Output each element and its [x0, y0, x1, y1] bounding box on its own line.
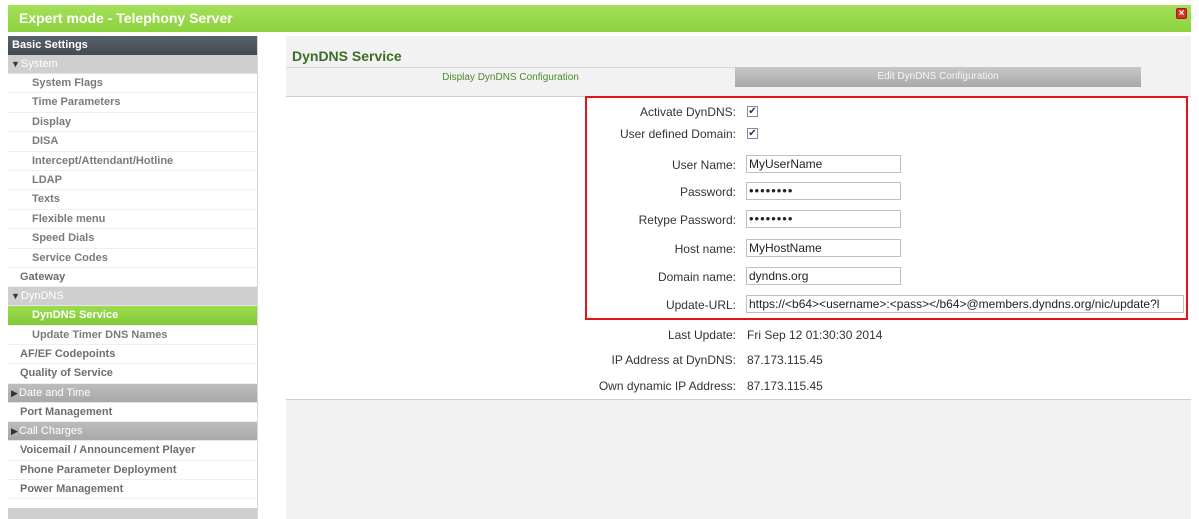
form-row-user-domain: User defined Domain: ✔: [286, 123, 1191, 145]
activate-dyndns-label: Activate DynDNS:: [639, 105, 736, 119]
form-row-user-name: User Name: MyUserName: [286, 154, 1191, 176]
update-url-input[interactable]: https://<b64><username>:<pass></b64>@mem…: [746, 295, 1184, 313]
domain-name-label: Domain name:: [657, 270, 736, 284]
main-content: DynDNS Service Display DynDNS Configurat…: [286, 36, 1191, 519]
host-name-input[interactable]: MyHostName: [746, 239, 901, 257]
close-icon[interactable]: ×: [1176, 8, 1187, 19]
window-title-bar: Expert mode - Telephony Server ×: [8, 5, 1191, 32]
sidebar-group-label: Date and Time: [18, 386, 91, 399]
sidebar-item-update-timer[interactable]: Update Timer DNS Names: [8, 326, 257, 346]
sidebar-item-disa[interactable]: DISA: [8, 132, 257, 152]
sidebar-group-system[interactable]: ▼System: [8, 55, 257, 74]
domain-name-input[interactable]: dyndns.org: [746, 267, 901, 285]
sidebar-group-call-charges[interactable]: ▶Call Charges: [8, 422, 257, 442]
sidebar-item-time-parameters[interactable]: Time Parameters: [8, 93, 257, 113]
sidebar: Basic Settings ▼System System Flags Time…: [8, 36, 258, 519]
sidebar-item-port-management[interactable]: Port Management: [8, 403, 257, 423]
window: Expert mode - Telephony Server × Basic S…: [0, 0, 1199, 519]
sidebar-group-date-time[interactable]: ▶Date and Time: [8, 383, 257, 403]
sidebar-item-texts[interactable]: Texts: [8, 190, 257, 210]
sidebar-item-ldap[interactable]: LDAP: [8, 171, 257, 191]
own-ip-value: 87.173.115.45: [747, 379, 823, 393]
retype-password-input[interactable]: ••••••••: [746, 210, 901, 228]
config-panel: Activate DynDNS: ✔ User defined Domain: …: [286, 96, 1191, 400]
update-url-label: Update-URL:: [665, 298, 736, 312]
sidebar-item-phone-parameter[interactable]: Phone Parameter Deployment: [8, 461, 257, 481]
form-row-update-url: Update-URL: https://<b64><username>:<pas…: [286, 294, 1191, 316]
form-row-own-ip: Own dynamic IP Address: 87.173.115.45: [286, 375, 1191, 397]
last-update-label: Last Update:: [667, 328, 736, 342]
sidebar-item-service-codes[interactable]: Service Codes: [8, 249, 257, 268]
sidebar-group-label: DynDNS: [20, 290, 64, 303]
sidebar-item-dyndns-service[interactable]: DynDNS Service: [8, 306, 257, 326]
form-row-activate: Activate DynDNS: ✔: [286, 101, 1191, 123]
tab-display-config[interactable]: Display DynDNS Configuration: [286, 67, 735, 87]
triangle-right-icon: ▶: [11, 387, 18, 398]
window-title: Expert mode - Telephony Server: [19, 10, 233, 26]
retype-password-label: Retype Password:: [638, 213, 736, 227]
user-name-label: User Name:: [671, 158, 736, 172]
form-row-ip-dyndns: IP Address at DynDNS: 87.173.115.45: [286, 349, 1191, 371]
sidebar-header: Basic Settings: [8, 36, 257, 55]
sidebar-item-voicemail[interactable]: Voicemail / Announcement Player: [8, 441, 257, 461]
ip-dyndns-label: IP Address at DynDNS:: [611, 353, 737, 367]
sidebar-group-label: Call Charges: [18, 425, 83, 438]
user-defined-domain-checkbox[interactable]: ✔: [747, 128, 758, 139]
last-update-value: Fri Sep 12 01:30:30 2014: [747, 328, 883, 342]
user-name-input[interactable]: MyUserName: [746, 155, 901, 173]
ip-dyndns-value: 87.173.115.45: [747, 353, 823, 367]
triangle-down-icon: ▼: [11, 59, 20, 69]
sidebar-group-label: System: [20, 58, 58, 70]
activate-dyndns-checkbox[interactable]: ✔: [747, 106, 758, 117]
user-defined-domain-label: User defined Domain:: [619, 127, 736, 141]
tab-edit-config[interactable]: Edit DynDNS Configuration: [735, 67, 1141, 87]
page-title: DynDNS Service: [292, 48, 402, 64]
triangle-down-icon: ▼: [11, 291, 20, 302]
sidebar-item-quality-of-service[interactable]: Quality of Service: [8, 364, 257, 384]
sidebar-item-intercept[interactable]: Intercept/Attendant/Hotline: [8, 152, 257, 171]
password-input[interactable]: ••••••••: [746, 182, 901, 200]
form-row-host-name: Host name: MyHostName: [286, 238, 1191, 260]
sidebar-item-flexible-menu[interactable]: Flexible menu: [8, 210, 257, 230]
sidebar-item-system-flags[interactable]: System Flags: [8, 74, 257, 94]
sidebar-item-afef-codepoints[interactable]: AF/EF Codepoints: [8, 345, 257, 365]
form-row-last-update: Last Update: Fri Sep 12 01:30:30 2014: [286, 324, 1191, 346]
form-row-domain-name: Domain name: dyndns.org: [286, 266, 1191, 288]
sidebar-footer: [8, 508, 257, 519]
form-row-retype-password: Retype Password: ••••••••: [286, 209, 1191, 231]
sidebar-item-power-management[interactable]: Power Management: [8, 480, 257, 500]
host-name-label: Host name:: [674, 242, 736, 256]
sidebar-group-dyndns[interactable]: ▼DynDNS: [8, 287, 257, 307]
password-label: Password:: [679, 185, 736, 199]
sidebar-item-display[interactable]: Display: [8, 113, 257, 133]
triangle-right-icon: ▶: [11, 426, 18, 437]
own-ip-label: Own dynamic IP Address:: [598, 379, 736, 393]
sidebar-item-speed-dials[interactable]: Speed Dials: [8, 229, 257, 249]
form-row-password: Password: ••••••••: [286, 181, 1191, 203]
tab-bar: Display DynDNS Configuration Edit DynDNS…: [286, 67, 1141, 87]
sidebar-item-gateway[interactable]: Gateway: [8, 268, 257, 288]
